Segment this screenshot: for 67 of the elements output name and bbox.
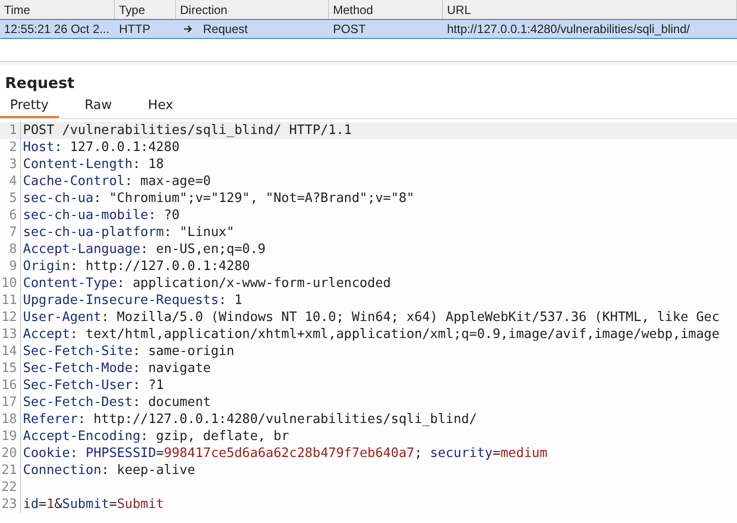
code-text: : Mozilla/5.0 (Windows NT 10.0; Win64; x64) AppleWebKit/537.36 (KHTML, like Gec: [101, 310, 720, 325]
code-text: : http://127.0.0.1:4280: [70, 259, 250, 274]
header-name: Accept-Encoding: [23, 429, 140, 444]
code-text: &: [54, 497, 62, 512]
code-text: : "Chromium";v="129", "Not=A?Brand";v="8": [93, 191, 414, 206]
panel-title: Request: [4, 74, 76, 94]
header-name: Origin: [23, 259, 70, 274]
code-text: : same-origin: [132, 344, 234, 359]
table-cell: HTTP: [119, 22, 150, 36]
code-text: : 18: [132, 157, 164, 172]
header-name: User-Agent: [23, 310, 102, 325]
code-text: =: [38, 497, 46, 512]
header-name: Host: [23, 140, 54, 155]
header-name: Sec-Fetch-Mode: [23, 361, 133, 376]
table-cell: http://127.0.0.1:4280/vulnerabilities/sqli_blind/: [447, 22, 690, 36]
code-text: : text/html,application/xhtml+xml,application/xml;q=0.9,image/avif,image/webp,image: [70, 327, 720, 342]
code-text: ;: [414, 446, 424, 461]
tab[interactable]: Pretty: [0, 96, 59, 118]
code-text: : http://127.0.0.1:4280/vulnerabilities/sqli_blind/: [78, 412, 477, 427]
arrow-right-icon: [183, 24, 193, 34]
code-text: : document: [132, 395, 211, 410]
line-number: 23: [0, 496, 21, 513]
table-cell: 12:55:21 26 Oct 2...: [4, 22, 110, 36]
code-text: =: [109, 497, 117, 512]
code-text: : 127.0.0.1:4280: [54, 140, 180, 155]
header-name: Upgrade-Insecure-Requests: [23, 293, 219, 308]
header-name: Referer: [23, 412, 78, 427]
header-name: security: [430, 446, 493, 461]
header-name: sec-ch-ua-platform: [23, 225, 164, 240]
header-name: Content-Length: [23, 157, 133, 172]
code-text: : max-age=0: [124, 174, 211, 189]
code-text: =: [156, 446, 164, 461]
header-name: Sec-Fetch-Dest: [23, 395, 133, 410]
header-name: Cache-Control: [23, 174, 125, 189]
header-name: Cookie: [23, 446, 70, 461]
code-text: : gzip, deflate, br: [140, 429, 290, 444]
header-name: Accept: [23, 327, 70, 342]
header-name: Content-Type: [23, 276, 117, 291]
header-name: Connection: [23, 463, 102, 478]
code-text: : en-US,en;q=0.9: [140, 242, 266, 257]
tab[interactable]: Hex: [138, 96, 184, 118]
header-value: Submit: [116, 497, 164, 512]
code-text: : "Linux": [164, 225, 234, 240]
header-value: 998417ce5d6a6a62c28b479f7eb640a7: [164, 446, 414, 461]
header-name: Sec-Fetch-Site: [23, 344, 133, 359]
header-name: Accept-Language: [23, 242, 140, 257]
header-name: PHPSESSID: [86, 446, 156, 461]
code-text: : navigate: [132, 361, 211, 376]
header-name: Sec-Fetch-User: [23, 378, 133, 393]
header-name: sec-ch-ua-mobile: [23, 208, 148, 223]
table-row[interactable]: 12:55:21 26 Oct 2... HTTP Request POST http://127.0.0.1:4280/vulnerabilities/sqli_blind/: [0, 19, 737, 39]
tab[interactable]: Raw: [74, 96, 122, 118]
code-text: =: [492, 446, 500, 461]
header-name: Submit: [62, 497, 110, 512]
code-text: : application/x-www-form-urlencoded: [116, 276, 391, 291]
header-value: 1: [46, 497, 54, 512]
code-text: : 1: [218, 293, 242, 308]
code-text: : keep-alive: [101, 463, 196, 478]
code-text: : ?0: [148, 208, 180, 223]
code-text: POST /vulnerabilities/sqli_blind/ HTTP/1.1: [23, 123, 352, 138]
header-name: sec-ch-ua: [23, 191, 94, 206]
header-name: id: [23, 497, 39, 512]
code-text: : ?1: [132, 378, 164, 393]
table-cell: Request: [203, 22, 248, 36]
table-cell: POST: [333, 22, 366, 36]
header-value: medium: [500, 446, 548, 461]
code-text: :: [70, 446, 79, 461]
